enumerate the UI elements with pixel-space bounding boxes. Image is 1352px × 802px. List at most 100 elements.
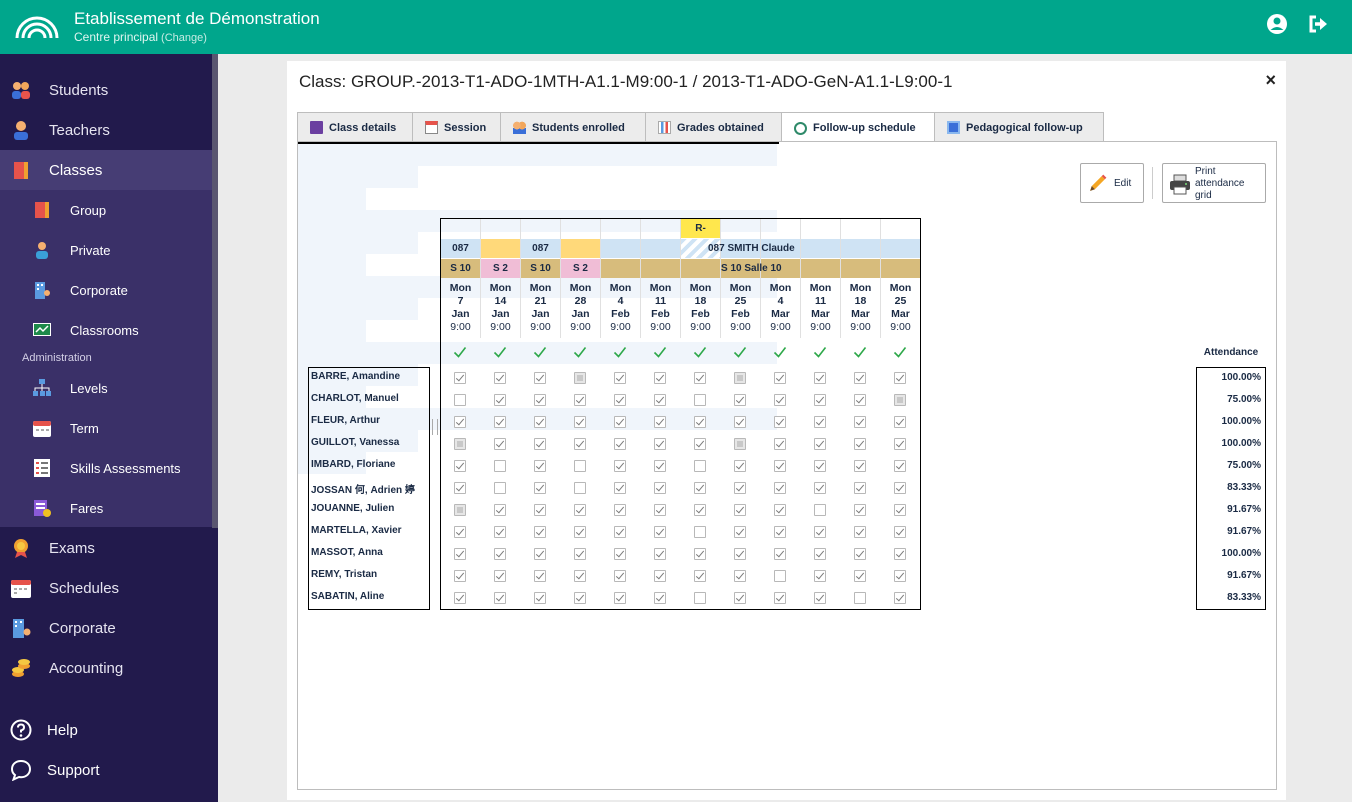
student-name[interactable]: CHARLOT, Manuel xyxy=(311,393,399,404)
attendance-checkbox[interactable] xyxy=(494,548,506,560)
attendance-checkbox-disabled[interactable] xyxy=(734,438,746,450)
attendance-checkbox[interactable] xyxy=(854,438,866,450)
attendance-checkbox[interactable] xyxy=(454,416,466,428)
sidebar-scrollbar[interactable] xyxy=(212,54,218,528)
sidebar-item-schedules[interactable]: Schedules xyxy=(0,568,212,608)
tab-students-enrolled[interactable]: Students enrolled xyxy=(500,112,646,142)
attendance-checkbox[interactable] xyxy=(774,548,786,560)
tab-grades-obtained[interactable]: Grades obtained xyxy=(645,112,782,142)
check-icon[interactable] xyxy=(493,345,507,359)
student-name[interactable]: REMY, Tristan xyxy=(311,569,377,580)
attendance-checkbox-disabled[interactable] xyxy=(894,394,906,406)
attendance-checkbox[interactable] xyxy=(454,570,466,582)
logout-icon[interactable] xyxy=(1307,13,1329,35)
tab-class-details[interactable]: Class details xyxy=(297,112,413,142)
attendance-checkbox[interactable] xyxy=(894,592,906,604)
sidebar-item-exams[interactable]: Exams xyxy=(0,528,212,568)
attendance-checkbox[interactable] xyxy=(574,460,586,472)
attendance-checkbox[interactable] xyxy=(654,482,666,494)
attendance-checkbox[interactable] xyxy=(734,570,746,582)
attendance-checkbox[interactable] xyxy=(494,438,506,450)
account-icon[interactable] xyxy=(1266,13,1288,35)
attendance-checkbox-empty[interactable] xyxy=(694,394,706,406)
attendance-checkbox[interactable] xyxy=(454,372,466,384)
attendance-checkbox[interactable] xyxy=(654,504,666,516)
attendance-checkbox[interactable] xyxy=(574,504,586,516)
student-name[interactable]: JOSSAN 何, Adrien 婷 xyxy=(311,481,415,496)
sidebar-item-support[interactable]: Support xyxy=(0,750,212,790)
attendance-checkbox[interactable] xyxy=(814,372,826,384)
attendance-checkbox[interactable] xyxy=(534,438,546,450)
attendance-checkbox[interactable] xyxy=(654,394,666,406)
attendance-checkbox[interactable] xyxy=(814,592,826,604)
attendance-checkbox[interactable] xyxy=(774,460,786,472)
attendance-checkbox[interactable] xyxy=(494,570,506,582)
attendance-checkbox[interactable] xyxy=(854,592,866,604)
attendance-checkbox[interactable] xyxy=(734,504,746,516)
attendance-checkbox[interactable] xyxy=(774,570,786,582)
attendance-checkbox[interactable] xyxy=(734,592,746,604)
attendance-checkbox[interactable] xyxy=(774,372,786,384)
attendance-checkbox[interactable] xyxy=(574,394,586,406)
attendance-checkbox[interactable] xyxy=(654,416,666,428)
attendance-checkbox[interactable] xyxy=(614,438,626,450)
attendance-checkbox[interactable] xyxy=(614,592,626,604)
attendance-checkbox[interactable] xyxy=(734,526,746,538)
sidebar-item-fares[interactable]: Fares xyxy=(0,488,212,528)
attendance-checkbox[interactable] xyxy=(814,548,826,560)
sidebar-item-accounting[interactable]: Accounting xyxy=(0,648,212,688)
edit-button[interactable]: Edit xyxy=(1080,163,1144,203)
attendance-checkbox[interactable] xyxy=(654,570,666,582)
attendance-checkbox[interactable] xyxy=(574,438,586,450)
attendance-checkbox[interactable] xyxy=(894,460,906,472)
attendance-checkbox[interactable] xyxy=(534,570,546,582)
check-icon[interactable] xyxy=(533,345,547,359)
attendance-checkbox[interactable] xyxy=(454,526,466,538)
student-name[interactable]: MARTELLA, Xavier xyxy=(311,525,402,536)
attendance-checkbox[interactable] xyxy=(894,548,906,560)
attendance-checkbox[interactable] xyxy=(774,394,786,406)
attendance-checkbox[interactable] xyxy=(774,438,786,450)
attendance-checkbox[interactable] xyxy=(574,526,586,538)
attendance-checkbox[interactable] xyxy=(454,460,466,472)
attendance-checkbox[interactable] xyxy=(734,394,746,406)
attendance-checkbox[interactable] xyxy=(854,570,866,582)
attendance-checkbox[interactable] xyxy=(654,372,666,384)
attendance-checkbox[interactable] xyxy=(614,526,626,538)
attendance-checkbox[interactable] xyxy=(694,526,706,538)
attendance-checkbox[interactable] xyxy=(894,416,906,428)
attendance-checkbox[interactable] xyxy=(854,526,866,538)
student-name[interactable]: IMBARD, Floriane xyxy=(311,459,395,470)
sidebar-item-levels[interactable]: Levels xyxy=(0,368,212,408)
attendance-checkbox[interactable] xyxy=(494,416,506,428)
check-icon[interactable] xyxy=(453,345,467,359)
attendance-checkbox[interactable] xyxy=(454,592,466,604)
attendance-checkbox[interactable] xyxy=(614,570,626,582)
sidebar-item-teachers[interactable]: Teachers xyxy=(0,110,212,150)
attendance-checkbox[interactable] xyxy=(814,438,826,450)
sidebar-item-term[interactable]: Term xyxy=(0,408,212,448)
attendance-checkbox[interactable] xyxy=(534,592,546,604)
sidebar-item-classes[interactable]: Classes xyxy=(0,150,212,190)
attendance-checkbox[interactable] xyxy=(454,548,466,560)
attendance-checkbox[interactable] xyxy=(654,438,666,450)
attendance-checkbox[interactable] xyxy=(774,416,786,428)
tab-follow-up-schedule[interactable]: Follow-up schedule xyxy=(781,112,935,143)
attendance-checkbox[interactable] xyxy=(814,570,826,582)
attendance-checkbox[interactable] xyxy=(894,482,906,494)
sidebar-item-corporate-main[interactable]: Corporate xyxy=(0,608,212,648)
attendance-checkbox[interactable] xyxy=(694,416,706,428)
attendance-checkbox[interactable] xyxy=(574,482,586,494)
check-icon[interactable] xyxy=(653,345,667,359)
tab-pedagogical-follow-up[interactable]: Pedagogical follow-up xyxy=(934,112,1104,142)
attendance-checkbox[interactable] xyxy=(614,372,626,384)
check-icon[interactable] xyxy=(613,345,627,359)
check-icon[interactable] xyxy=(573,345,587,359)
check-icon[interactable] xyxy=(693,345,707,359)
attendance-checkbox[interactable] xyxy=(734,548,746,560)
attendance-checkbox[interactable] xyxy=(654,526,666,538)
attendance-checkbox[interactable] xyxy=(494,526,506,538)
sidebar-item-help[interactable]: Help xyxy=(0,710,212,750)
attendance-checkbox[interactable] xyxy=(654,592,666,604)
attendance-checkbox[interactable] xyxy=(814,416,826,428)
